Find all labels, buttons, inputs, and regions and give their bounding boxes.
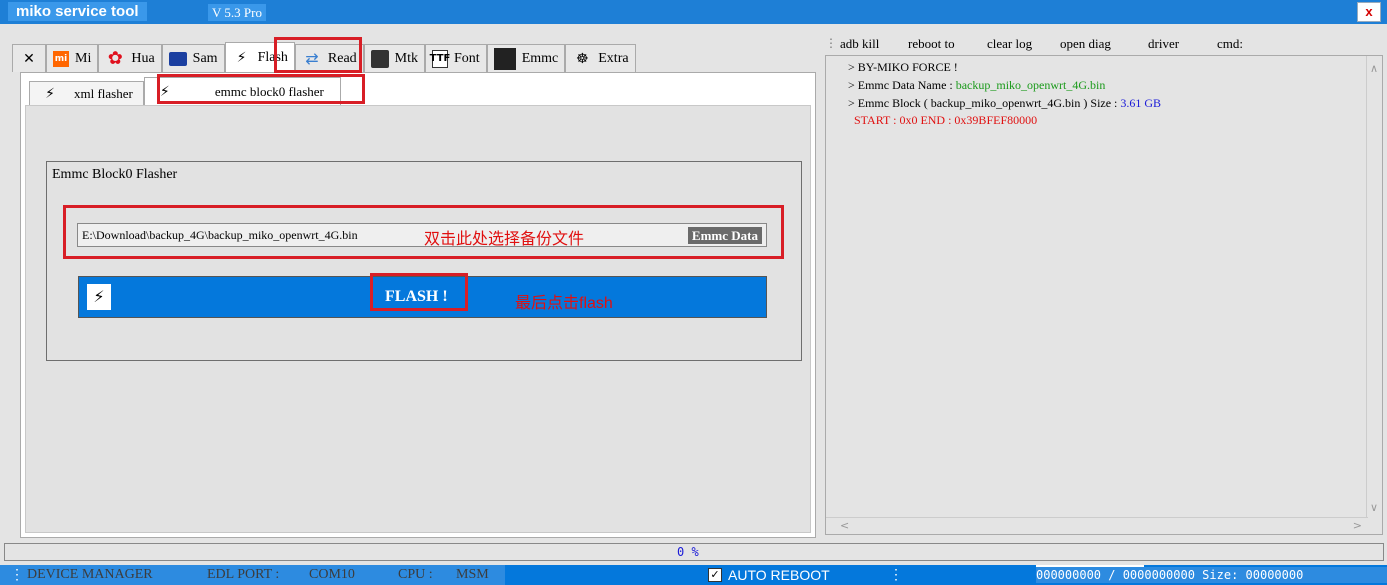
lightning-icon: ⚡ bbox=[87, 284, 111, 310]
flash-tab-content: ⚡ xml flasher ⚡ emmc block0 flasher Emmc… bbox=[20, 72, 816, 538]
tab-tools[interactable]: ✕ bbox=[12, 44, 46, 72]
clear-log-button[interactable]: clear log bbox=[987, 36, 1032, 52]
tab-label: Read bbox=[327, 50, 357, 66]
status-bar: ⋮ DEVICE MANAGER EDL PORT : COM10 CPU : … bbox=[0, 565, 1387, 585]
tab-label: Extra bbox=[598, 50, 629, 66]
title-bar: miko service tool V 5.3 Pro x bbox=[0, 0, 1387, 24]
tab-extra[interactable]: ☸ Extra bbox=[565, 44, 636, 72]
close-button[interactable]: x bbox=[1357, 2, 1381, 22]
scroll-right-icon[interactable]: > bbox=[1353, 519, 1362, 532]
log-line: > BY-MIKO FORCE ! bbox=[848, 60, 958, 74]
edl-port-label: EDL PORT : bbox=[207, 567, 280, 582]
device-manager-button[interactable]: DEVICE MANAGER bbox=[27, 567, 153, 583]
subtab-xml-flasher[interactable]: ⚡ xml flasher bbox=[29, 81, 144, 105]
emmc-data-button[interactable]: Emmc Data bbox=[687, 227, 762, 244]
network-icon: ⇄ bbox=[305, 49, 319, 68]
subtab-label: xml flasher bbox=[74, 85, 133, 101]
auto-reboot-checkbox[interactable]: ✓ AUTO REBOOT bbox=[708, 567, 830, 583]
tab-sam[interactable]: Sam bbox=[161, 44, 225, 72]
checkbox-checked-icon: ✓ bbox=[708, 568, 722, 582]
tab-label: Emmc bbox=[521, 50, 559, 66]
progress-text: 0 % bbox=[677, 545, 699, 559]
tab-label: Font bbox=[454, 50, 480, 66]
groupbox-title: Emmc Block0 Flasher bbox=[52, 167, 178, 182]
toolbar-grip: ⋮ bbox=[825, 36, 837, 50]
chip-icon bbox=[370, 49, 389, 68]
status-grip: ⋮ bbox=[889, 568, 903, 583]
tab-label: Mtk bbox=[394, 50, 419, 66]
log-value: backup_miko_openwrt_4G.bin bbox=[955, 78, 1106, 92]
scroll-left-icon[interactable]: < bbox=[840, 519, 849, 532]
tab-mtk[interactable]: Mtk bbox=[363, 44, 426, 72]
tab-font[interactable]: TTF Font bbox=[425, 44, 487, 72]
reboot-to-button[interactable]: reboot to bbox=[908, 36, 955, 52]
subtab-label: emmc block0 flasher bbox=[214, 83, 324, 99]
log-line: > Emmc Data Name : backup_miko_openwrt_4… bbox=[848, 78, 1105, 93]
lightning-icon: ⚡ bbox=[159, 83, 170, 100]
vertical-scrollbar[interactable]: ∧ ∨ bbox=[1366, 56, 1382, 518]
left-panel: ✕ mi Mi ✿ Hua Sam ⚡ Flash ⇄ Read Mtk TTF… bbox=[0, 30, 820, 538]
tab-label: Hua bbox=[131, 50, 155, 66]
log-panel[interactable]: > BY-MIKO FORCE ! > Emmc Data Name : bac… bbox=[825, 55, 1383, 535]
tab-label: Sam bbox=[192, 50, 218, 66]
log-line: START : 0x0 END : 0x39BFEF80000 bbox=[854, 113, 1038, 127]
subtab-emmc-block0-flasher[interactable]: ⚡ emmc block0 flasher bbox=[143, 77, 341, 105]
edl-port-value: COM10 bbox=[309, 567, 355, 582]
log-toolbar: ⋮ adb kill reboot to clear log open diag… bbox=[825, 34, 1385, 54]
status-grip: ⋮ bbox=[10, 568, 24, 583]
log-label: > Emmc Data Name : bbox=[848, 78, 953, 92]
auto-reboot-label: AUTO REBOOT bbox=[728, 567, 830, 583]
extra-icon: ☸ bbox=[575, 50, 589, 67]
emmc-flasher-panel: Emmc Block0 Flasher E:\Download\backup_4… bbox=[25, 105, 811, 533]
lightning-icon: ⚡ bbox=[45, 85, 55, 102]
tab-label: Flash bbox=[257, 49, 288, 65]
size-readout: 000000000 / 0000000000 Size: 00000000 bbox=[1036, 567, 1387, 583]
tools-icon: ✕ bbox=[23, 50, 35, 67]
horizontal-scrollbar[interactable]: < > bbox=[826, 517, 1368, 534]
flash-button[interactable]: ⚡ FLASH ! 最后点击flash bbox=[78, 276, 767, 318]
file-path-text: E:\Download\backup_4G\backup_miko_openwr… bbox=[82, 228, 358, 242]
click-flash-hint: 最后点击flash bbox=[515, 295, 613, 312]
main-tabs: ✕ mi Mi ✿ Hua Sam ⚡ Flash ⇄ Read Mtk TTF… bbox=[12, 42, 636, 72]
adb-kill-button[interactable]: adb kill bbox=[840, 36, 879, 52]
mi-logo-icon: mi bbox=[53, 50, 69, 67]
select-file-hint: 双击此处选择备份文件 bbox=[424, 231, 585, 248]
font-file-icon: TTF bbox=[430, 49, 450, 68]
cpu-value: MSM bbox=[456, 567, 489, 582]
lightning-icon: ⚡ bbox=[236, 49, 247, 66]
log-value: 3.61 GB bbox=[1120, 96, 1162, 110]
scroll-up-icon[interactable]: ∧ bbox=[1370, 62, 1378, 75]
sub-tabs: ⚡ xml flasher ⚡ emmc block0 flasher bbox=[29, 77, 341, 105]
huawei-logo-icon: ✿ bbox=[107, 48, 123, 69]
log-line: > Emmc Block ( backup_miko_openwrt_4G.bi… bbox=[848, 96, 1161, 111]
tab-flash[interactable]: ⚡ Flash bbox=[224, 42, 295, 72]
log-label: > Emmc Block ( backup_miko_openwrt_4G.bi… bbox=[848, 96, 1118, 110]
cmd-button[interactable]: cmd: bbox=[1217, 36, 1243, 52]
app-version: V 5.3 Pro bbox=[208, 4, 266, 21]
scroll-down-icon[interactable]: ∨ bbox=[1370, 501, 1378, 514]
emmc-icon bbox=[493, 47, 516, 70]
progress-bar: 0 % bbox=[4, 543, 1384, 561]
tab-read[interactable]: ⇄ Read bbox=[294, 44, 364, 72]
open-diag-button[interactable]: open diag bbox=[1060, 36, 1111, 52]
emmc-block0-groupbox: Emmc Block0 Flasher E:\Download\backup_4… bbox=[46, 161, 802, 361]
backup-file-field[interactable]: E:\Download\backup_4G\backup_miko_openwr… bbox=[77, 223, 767, 248]
app-title: miko service tool bbox=[8, 2, 147, 21]
flash-label: FLASH ! bbox=[385, 288, 448, 305]
cpu-label: CPU : bbox=[398, 567, 433, 582]
samsung-logo-icon bbox=[168, 51, 187, 66]
tab-emmc[interactable]: Emmc bbox=[486, 44, 566, 72]
tab-mi[interactable]: mi Mi bbox=[46, 44, 99, 72]
tab-label: Mi bbox=[75, 50, 92, 66]
driver-button[interactable]: driver bbox=[1148, 36, 1179, 52]
tab-hua[interactable]: ✿ Hua bbox=[98, 44, 162, 72]
